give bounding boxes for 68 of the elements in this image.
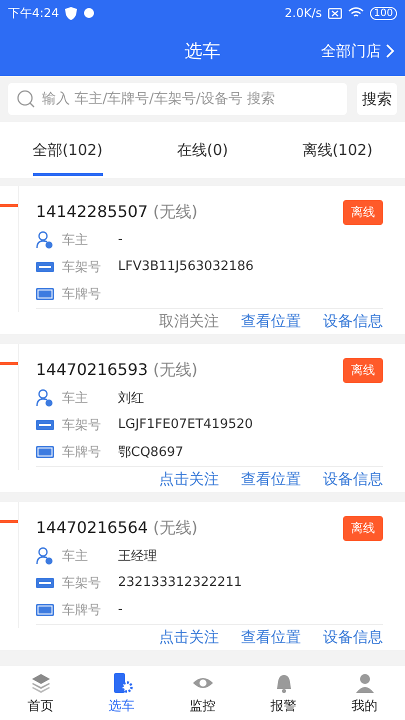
- vehicle-card[interactable]: 14470216593 (无线) 离线 车主 刘红 车架号 LGJF1FE07ET419520 车牌号 鄂CQ8697 点击关注 查看位置 设备信息: [0, 344, 405, 492]
- field-value: 刘红: [118, 390, 144, 406]
- user-icon: [354, 672, 376, 694]
- field-label: 车架号: [62, 258, 102, 276]
- device-info-link[interactable]: 设备信息: [323, 628, 383, 646]
- field-label: 车牌号: [62, 602, 102, 618]
- person-icon: [36, 546, 54, 564]
- nav-tab[interactable]: 选车: [81, 666, 162, 720]
- field-value: 鄂CQ8697: [118, 444, 184, 460]
- card-marker: [0, 520, 18, 523]
- device-number: 14470216564 (无线): [36, 518, 198, 538]
- vin-icon: [36, 578, 54, 588]
- shield-icon: [64, 6, 77, 20]
- field-value: 王经理: [118, 548, 157, 564]
- nav-tab[interactable]: 首页: [0, 666, 81, 720]
- search-field[interactable]: 输入 车主/车牌号/车架号/设备号 搜索: [8, 83, 347, 115]
- page-title: 选车: [184, 40, 220, 63]
- plate-icon: [36, 604, 54, 616]
- field-value: -: [118, 602, 123, 617]
- nav-tab[interactable]: 我的: [324, 666, 405, 720]
- nav-tab[interactable]: 监控: [162, 666, 243, 720]
- field-value: LFV3B11J563032186: [118, 259, 254, 274]
- status-badge: 离线: [343, 516, 383, 540]
- field-label: 车架号: [62, 574, 102, 592]
- card-marker: [0, 362, 18, 365]
- clock: 下午4:24: [8, 4, 59, 22]
- field-value: -: [118, 232, 123, 247]
- location-link[interactable]: 查看位置: [241, 312, 301, 330]
- vehicle-card[interactable]: 14470216564 (无线) 离线 车主 王经理 车架号 232133312322211 车牌号 - 点击关注 查看位置 设备信息: [0, 502, 405, 650]
- location-link[interactable]: 查看位置: [241, 470, 301, 488]
- field-label: 车牌号: [62, 444, 102, 460]
- device-info-link[interactable]: 设备信息: [323, 312, 383, 330]
- person-icon: [36, 388, 54, 406]
- plate-icon: [36, 446, 54, 458]
- filter-tab[interactable]: 离线(102): [270, 122, 405, 178]
- search-button[interactable]: 搜索: [357, 83, 397, 115]
- location-link[interactable]: 查看位置: [241, 628, 301, 646]
- battery-level: 100: [370, 6, 397, 20]
- layers-icon: [30, 672, 52, 694]
- search-icon: [16, 89, 36, 109]
- device-info-link[interactable]: 设备信息: [323, 470, 383, 488]
- chevron-right-icon: [385, 43, 395, 59]
- vin-icon: [36, 420, 54, 430]
- filter-tab[interactable]: 在线(0): [135, 122, 270, 178]
- follow-link[interactable]: 点击关注: [159, 470, 219, 488]
- field-label: 车主: [62, 548, 89, 564]
- follow-link[interactable]: 取消关注: [159, 312, 219, 330]
- status-badge: 离线: [343, 358, 383, 382]
- field-label: 车主: [62, 232, 89, 248]
- field-label: 车架号: [62, 416, 102, 434]
- filter-tab[interactable]: 全部(102): [0, 122, 135, 178]
- person-icon: [36, 230, 54, 248]
- field-label: 车主: [62, 390, 89, 406]
- device-number: 14470216593 (无线): [36, 360, 198, 380]
- store-filter[interactable]: 全部门店: [321, 42, 395, 60]
- field-value: LGJF1FE07ET419520: [118, 417, 253, 432]
- card-marker: [0, 204, 18, 207]
- network-speed: 2.0K/s: [284, 6, 322, 20]
- plate-icon: [36, 288, 54, 300]
- field-label: 车牌号: [62, 286, 102, 302]
- follow-link[interactable]: 点击关注: [159, 628, 219, 646]
- vehicle-card[interactable]: 14142285507 (无线) 离线 车主 - 车架号 LFV3B11J563032186 车牌号 取消关注 查看位置 设备信息: [0, 186, 405, 334]
- wifi-icon: [348, 7, 364, 19]
- nav-tab[interactable]: 报警: [243, 666, 324, 720]
- field-value: 232133312322211: [118, 575, 242, 590]
- device-number: 14142285507 (无线): [36, 202, 198, 222]
- vin-icon: [36, 262, 54, 272]
- status-badge: 离线: [343, 200, 383, 224]
